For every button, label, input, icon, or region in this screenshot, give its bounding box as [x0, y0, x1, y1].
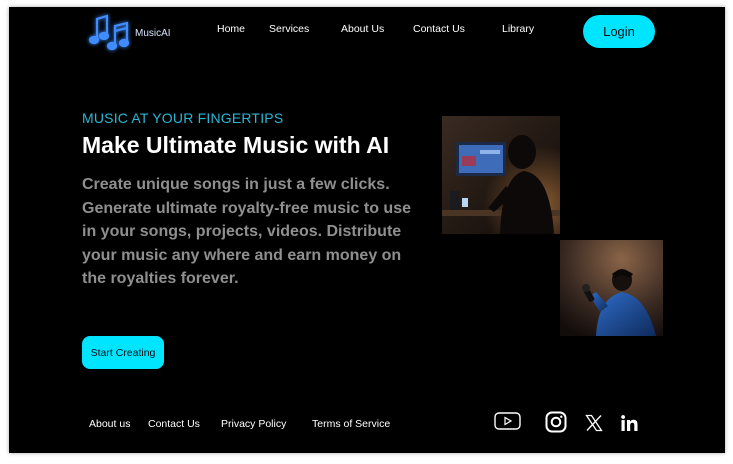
nav-services[interactable]: Services: [269, 23, 309, 35]
start-creating-button[interactable]: Start Creating: [82, 336, 164, 369]
nav-library[interactable]: Library: [502, 23, 534, 35]
producer-studio-image: [442, 116, 560, 234]
brand-logo[interactable]: MusicAI: [85, 10, 175, 54]
instagram-icon[interactable]: [545, 411, 567, 433]
singer-image: [560, 240, 663, 336]
footer-privacy-policy[interactable]: Privacy Policy: [221, 418, 286, 430]
youtube-icon[interactable]: [494, 411, 521, 431]
x-icon[interactable]: [585, 414, 603, 432]
hero-tagline: MUSIC AT YOUR FINGERTIPS: [82, 110, 284, 126]
linkedin-icon[interactable]: [621, 415, 638, 431]
music-notes-icon: [88, 14, 130, 51]
hero-description: Create unique songs in just a few clicks…: [82, 176, 411, 288]
nav-contact-us[interactable]: Contact Us: [413, 23, 465, 35]
footer-contact-us[interactable]: Contact Us: [148, 418, 200, 430]
nav-home[interactable]: Home: [217, 23, 245, 35]
page-frame: MusicAI Home Services About Us Contact U…: [9, 7, 725, 453]
nav-about-us[interactable]: About Us: [341, 23, 384, 35]
hero-title: Make Ultimate Music with AI: [82, 132, 390, 158]
brand-name: MusicAI: [135, 28, 171, 39]
footer-about-us[interactable]: About us: [89, 418, 130, 430]
footer-terms-of-service[interactable]: Terms of Service: [312, 418, 390, 430]
login-button[interactable]: Login: [583, 15, 655, 48]
